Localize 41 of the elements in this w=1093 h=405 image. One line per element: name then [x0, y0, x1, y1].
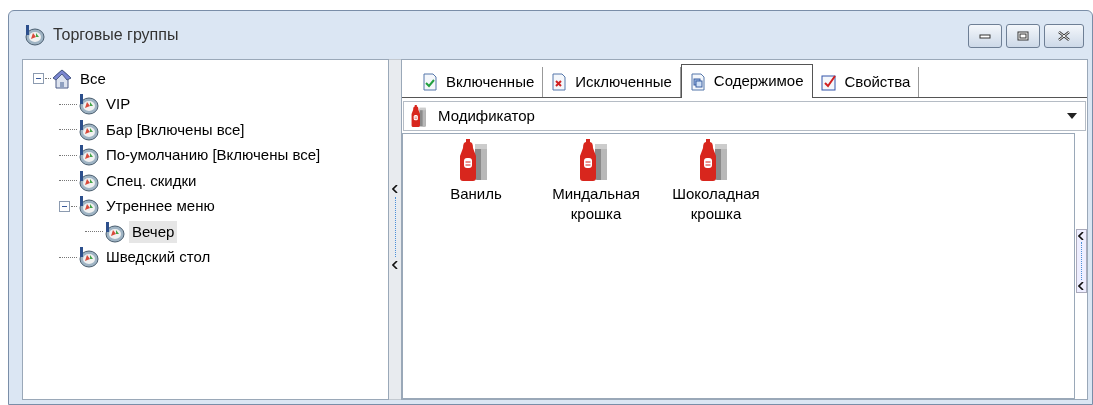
collapse-toggle[interactable]: [59, 200, 70, 212]
tree-item[interactable]: Утреннее меню: [103, 195, 218, 218]
maximize-button[interactable]: [1006, 24, 1040, 48]
item-label[interactable]: Шоколадная крошка: [661, 184, 771, 224]
tree-item[interactable]: Шведский стол: [103, 246, 214, 269]
dropdown-value: Модификатор: [438, 105, 535, 126]
plate-icon: [77, 144, 99, 167]
checkbox-icon: [820, 73, 837, 91]
window-title: Торговые группы: [53, 25, 179, 45]
plate-icon: [77, 246, 99, 269]
collapse-icon: [1078, 232, 1084, 240]
crossed-page-icon: [551, 73, 568, 91]
plate-icon: [77, 169, 99, 192]
stacked-pages-icon: [689, 72, 706, 91]
item-label[interactable]: Ваниль: [421, 184, 531, 204]
tree-item[interactable]: Вечер: [129, 220, 178, 243]
plate-icon: [23, 24, 45, 46]
collapse-icon: [392, 185, 398, 193]
checked-page-icon: [422, 73, 438, 91]
type-dropdown[interactable]: Модификатор: [403, 101, 1086, 131]
close-icon: [1057, 31, 1071, 41]
tree-item[interactable]: VIP: [103, 93, 134, 116]
plate-icon: [103, 220, 125, 243]
item-label[interactable]: Миндальная крошка: [541, 184, 651, 224]
tree-item[interactable]: По-умолчанию [Включены все]: [103, 144, 324, 167]
maximize-icon: [1017, 31, 1029, 41]
tree-item[interactable]: Спец. скидки: [103, 169, 200, 192]
minimize-icon: [979, 33, 991, 39]
collapse-icon: [1078, 282, 1084, 290]
tree-item[interactable]: Бар [Включены все]: [103, 118, 248, 141]
tab[interactable]: Содержимое: [680, 64, 813, 98]
collapse-toggle[interactable]: [33, 73, 44, 85]
plate-icon: [77, 195, 99, 218]
tree-item[interactable]: Все: [77, 67, 109, 90]
dropdown-arrow-icon: [1067, 113, 1077, 119]
plate-icon: [77, 118, 99, 141]
collapse-icon: [392, 261, 398, 269]
close-button[interactable]: [1044, 24, 1084, 48]
minimize-button[interactable]: [968, 24, 1002, 48]
house-icon: [51, 67, 73, 90]
plate-icon: [77, 93, 99, 116]
